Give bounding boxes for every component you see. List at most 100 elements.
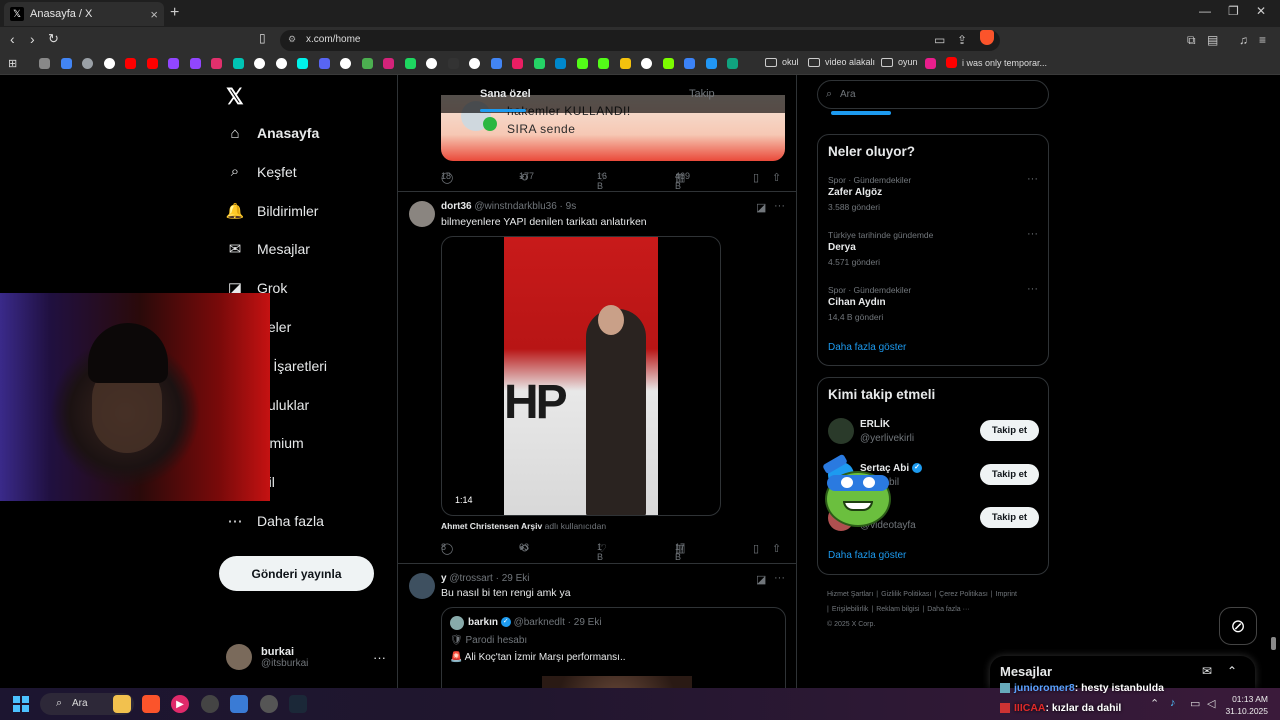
new-tab-button[interactable]: + bbox=[170, 4, 179, 22]
bookmark-site-icon[interactable] bbox=[146, 58, 158, 69]
menu-icon[interactable]: ≡ bbox=[1259, 33, 1266, 47]
footer-link[interactable]: Hizmet Şartları bbox=[827, 591, 873, 598]
cast-icon[interactable]: ▭ bbox=[934, 33, 945, 47]
extensions-icon[interactable]: ⧉ bbox=[1187, 33, 1196, 48]
bookmark-site-icon[interactable] bbox=[60, 58, 72, 69]
media-icon[interactable]: ♫ bbox=[1239, 33, 1248, 47]
back-icon[interactable]: ‹ bbox=[10, 31, 15, 47]
nav-item-10[interactable]: ⋯ Daha fazla bbox=[226, 512, 324, 530]
bookmark-site-icon[interactable] bbox=[232, 58, 244, 69]
nav-item-2[interactable]: 🔔 Bildirimler bbox=[226, 202, 319, 220]
bookmark-site-icon[interactable] bbox=[168, 58, 179, 69]
bookmark-site-icon[interactable] bbox=[340, 58, 351, 69]
bookmark-site-icon[interactable] bbox=[512, 58, 523, 69]
system-clock[interactable]: 01:13 AM 31.10.2025 bbox=[1224, 693, 1268, 717]
bookmark-folder-oyun[interactable]: oyun bbox=[881, 57, 918, 67]
post-button[interactable]: Gönderi yayınla bbox=[219, 556, 374, 591]
footer-link[interactable]: © 2025 X Corp. bbox=[827, 621, 875, 628]
bookmark-site-icon[interactable] bbox=[705, 58, 717, 69]
tab-following[interactable]: Takip bbox=[689, 88, 715, 100]
url-field[interactable]: ⚙ x.com/home bbox=[280, 30, 1000, 51]
close-tab-icon[interactable]: × bbox=[150, 7, 158, 22]
bookmark-page-icon[interactable]: ▯ bbox=[259, 31, 266, 45]
bookmark-flower-icon[interactable] bbox=[925, 58, 936, 69]
bookmark-site-icon[interactable] bbox=[318, 58, 330, 69]
more-options-icon[interactable]: ··· bbox=[774, 200, 785, 212]
more-options-icon[interactable]: ··· bbox=[774, 572, 785, 584]
tab-for-you[interactable]: Sana özel bbox=[480, 88, 531, 100]
bookmark-site-icon[interactable] bbox=[297, 58, 308, 69]
tweet-time[interactable]: · 9s bbox=[560, 201, 577, 212]
maximize-icon[interactable]: ❐ bbox=[1228, 4, 1239, 18]
nav-item-1[interactable]: ⌕ Keşfet bbox=[226, 163, 297, 181]
bookmark-site-icon[interactable] bbox=[641, 58, 652, 69]
bookmark-site-icon[interactable] bbox=[662, 58, 674, 69]
file-explorer-icon[interactable] bbox=[113, 695, 131, 713]
author-name[interactable]: dort36 bbox=[441, 201, 472, 212]
bookmark-site-icon[interactable] bbox=[727, 58, 738, 69]
network-icon[interactable]: ▭ bbox=[1190, 697, 1200, 710]
brave-browser-icon[interactable] bbox=[142, 695, 160, 713]
follow-button[interactable]: Takip et bbox=[980, 420, 1039, 441]
minimize-icon[interactable]: — bbox=[1199, 4, 1211, 18]
bookmark-site-icon[interactable] bbox=[469, 58, 480, 69]
trend-more-icon[interactable]: ··· bbox=[1027, 228, 1038, 240]
bookmark-youtube-video[interactable]: i was only temporar... bbox=[946, 57, 1047, 68]
obs-icon[interactable] bbox=[260, 695, 278, 713]
mic-icon[interactable]: ♪ bbox=[1170, 697, 1176, 709]
bookmark-site-icon[interactable] bbox=[383, 58, 394, 69]
expand-icon[interactable]: ⌃ bbox=[1227, 664, 1237, 678]
grok-explain-icon[interactable]: ◪ bbox=[756, 573, 766, 586]
media-player-icon[interactable]: ▶ bbox=[171, 695, 189, 713]
footer-link[interactable]: Reklam bilgisi bbox=[876, 606, 919, 613]
bookmark-site-icon[interactable] bbox=[189, 58, 201, 69]
source-name[interactable]: Ahmet Christensen Arşiv bbox=[441, 521, 542, 531]
forward-icon[interactable]: › bbox=[30, 31, 35, 47]
author-handle[interactable]: @winstndarkblu36 bbox=[474, 201, 556, 212]
browser-tab[interactable]: 𝕏 Anasayfa / X × bbox=[4, 2, 164, 26]
author-handle[interactable]: @trossart bbox=[449, 573, 493, 584]
show-more-trends[interactable]: Daha fazla göster bbox=[828, 342, 906, 353]
steam-icon[interactable] bbox=[289, 695, 307, 713]
apps-grid-icon[interactable]: ⊞ bbox=[8, 57, 17, 70]
search-input[interactable]: ⌕ Ara bbox=[817, 80, 1049, 109]
grok-floating-button[interactable]: ⊘ bbox=[1219, 607, 1257, 645]
photos-icon[interactable] bbox=[230, 695, 248, 713]
bookmark-site-icon[interactable] bbox=[619, 58, 631, 69]
reload-icon[interactable]: ↻ bbox=[48, 31, 59, 47]
footer-link[interactable]: Daha fazla ··· bbox=[927, 606, 969, 613]
quoted-tweet[interactable]: barkın ✓ @barknedlt · 29 Eki 🛡 Parodi he… bbox=[441, 607, 786, 688]
windows-start-icon[interactable] bbox=[13, 696, 29, 712]
bookmark-site-icon[interactable] bbox=[447, 58, 459, 69]
bookmark-site-icon[interactable] bbox=[103, 58, 115, 69]
avatar[interactable] bbox=[409, 201, 435, 227]
nav-item-3[interactable]: ✉ Mesajlar bbox=[226, 240, 310, 258]
bookmark-folder-okul[interactable]: okul bbox=[765, 57, 799, 67]
bookmark-site-icon[interactable] bbox=[361, 58, 373, 69]
bookmark-site-icon[interactable] bbox=[684, 58, 695, 69]
bookmark-site-icon[interactable] bbox=[254, 58, 265, 69]
bookmark-site-icon[interactable] bbox=[211, 58, 222, 69]
bookmark-site-icon[interactable] bbox=[39, 58, 50, 69]
trend-more-icon[interactable]: ··· bbox=[1027, 283, 1038, 295]
bookmark-site-icon[interactable] bbox=[576, 58, 588, 69]
bookmark-site-icon[interactable] bbox=[404, 58, 416, 69]
trend-more-icon[interactable]: ··· bbox=[1027, 173, 1038, 185]
video-player[interactable]: HP 1:14 bbox=[441, 236, 721, 516]
bookmark-site-icon[interactable] bbox=[490, 58, 502, 69]
follow-button[interactable]: Takip et bbox=[980, 507, 1039, 528]
bookmark-site-icon[interactable] bbox=[125, 58, 136, 69]
new-message-icon[interactable]: ✉ bbox=[1202, 664, 1212, 678]
follow-button[interactable]: Takip et bbox=[980, 463, 1039, 485]
share-icon[interactable]: ⇪ bbox=[957, 33, 967, 47]
more-options-icon[interactable]: ··· bbox=[373, 650, 386, 665]
subscribe-button-edge[interactable] bbox=[831, 111, 891, 115]
bookmark-site-icon[interactable] bbox=[598, 58, 609, 69]
grok-explain-icon[interactable]: ◪ bbox=[756, 201, 766, 214]
bookmark-site-icon[interactable] bbox=[533, 58, 545, 69]
bookmark-site-icon[interactable] bbox=[426, 58, 437, 69]
volume-icon[interactable]: ◁ bbox=[1207, 697, 1215, 710]
bookmark-site-icon[interactable] bbox=[555, 58, 566, 69]
footer-link[interactable]: Erişilebilirlik bbox=[832, 606, 869, 613]
app-icon[interactable] bbox=[201, 695, 219, 713]
